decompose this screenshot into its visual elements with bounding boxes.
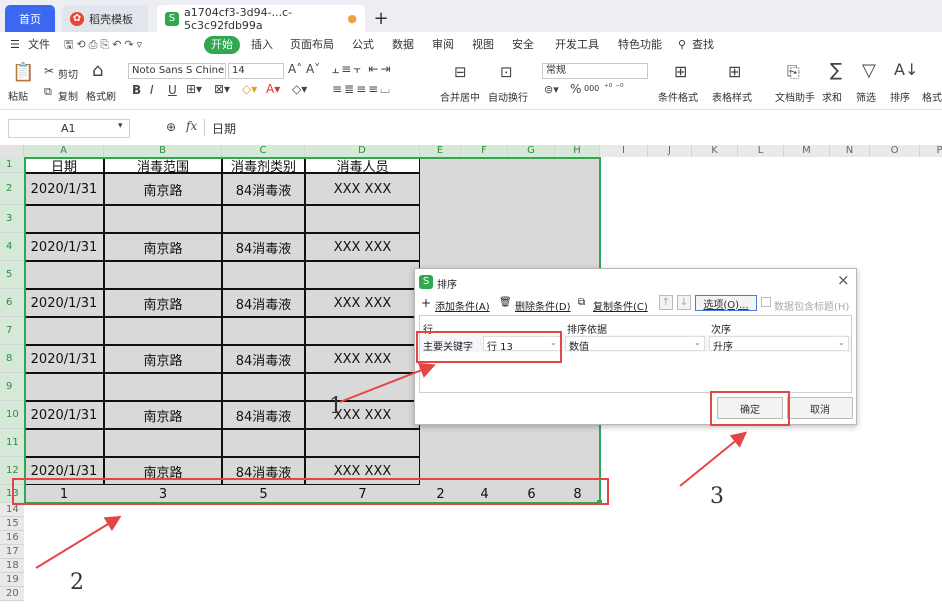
arrow-2 — [35, 515, 122, 569]
annotation-label-2: 2 — [70, 570, 84, 595]
arrow-3 — [679, 431, 748, 487]
annotation-arrows — [35, 362, 748, 569]
annotation-label-1: 1 — [329, 394, 343, 419]
arrow-1 — [339, 362, 436, 403]
annotation-label-3: 3 — [710, 484, 724, 509]
